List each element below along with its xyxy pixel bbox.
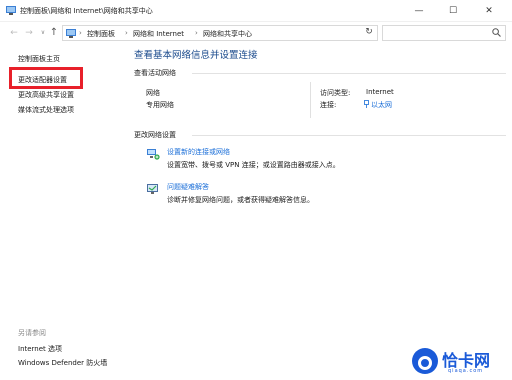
access-type-label: 访问类型: (320, 89, 351, 97)
setup-new-connection-link[interactable]: 设置新的连接或网络 (167, 147, 230, 157)
change-network-settings-label: 更改网络设置 (134, 131, 176, 139)
network-type: 专用网络 (146, 101, 174, 109)
control-panel-icon (6, 6, 16, 15)
ethernet-label: 以太网 (371, 101, 392, 109)
breadcrumb-separator: › (125, 29, 128, 37)
maximize-button[interactable]: ☐ (436, 0, 470, 22)
troubleshoot-icon (147, 184, 158, 194)
back-button[interactable]: ← (8, 26, 20, 40)
close-button[interactable]: ✕ (472, 0, 506, 22)
breadcrumb-network-sharing-center[interactable]: 网络和共享中心 (203, 29, 252, 39)
breadcrumb-separator: › (195, 29, 198, 37)
main-panel: 查看基本网络信息并设置连接 查看活动网络 网络 专用网络 访问类型: Inter… (122, 44, 512, 380)
network-name: 网络 (146, 89, 160, 97)
see-also-internet-options[interactable]: Internet 选项 (18, 344, 62, 354)
control-panel-icon (66, 29, 76, 38)
refresh-button[interactable]: ↻ (362, 26, 376, 38)
section-divider (192, 73, 506, 74)
connections-label: 连接: (320, 101, 337, 109)
section-divider (192, 135, 506, 136)
highlight-box (9, 67, 83, 89)
window-title: 控制面板\网络和 Internet\网络和共享中心 (20, 7, 153, 15)
forward-button[interactable]: → (23, 26, 35, 40)
minimize-button[interactable]: — (402, 0, 436, 22)
search-input[interactable] (382, 25, 506, 41)
access-type-value: Internet (366, 88, 394, 96)
sidebar-item-change-advanced-sharing[interactable]: 更改高级共享设置 (18, 90, 74, 100)
see-also-windows-firewall[interactable]: Windows Defender 防火墙 (18, 358, 107, 368)
setup-new-connection-desc: 设置宽带、拨号或 VPN 连接；或设置路由器或接入点。 (167, 161, 340, 169)
sidebar: 控制面板主页 更改适配器设置 更改高级共享设置 媒体流式处理选项 另请参阅 In… (0, 44, 122, 380)
active-networks-label: 查看活动网络 (134, 69, 176, 77)
up-button[interactable]: ↑ (48, 26, 60, 40)
vertical-divider (310, 82, 311, 118)
breadcrumb-separator: › (79, 29, 82, 37)
breadcrumb-network-internet[interactable]: 网络和 Internet (133, 29, 184, 39)
troubleshoot-problems-link[interactable]: 问题疑难解答 (167, 182, 209, 192)
address-row: ← → ∨ ↑ › 控制面板 › 网络和 Internet › 网络和共享中心 … (0, 22, 512, 44)
watermark-url: qiaqa.com (448, 368, 484, 374)
title-bar: 控制面板\网络和 Internet\网络和共享中心 — ☐ ✕ (0, 0, 512, 22)
see-also-title: 另请参阅 (18, 329, 46, 337)
search-icon (492, 28, 501, 37)
ethernet-icon (364, 100, 369, 108)
ethernet-connection-link[interactable]: 以太网 (364, 100, 392, 110)
address-bar[interactable]: › 控制面板 › 网络和 Internet › 网络和共享中心 ∨ (62, 25, 406, 41)
watermark-logo-icon (412, 348, 438, 374)
page-title: 查看基本网络信息并设置连接 (134, 50, 258, 61)
sidebar-item-control-panel-home[interactable]: 控制面板主页 (18, 54, 60, 64)
new-connection-icon (147, 149, 160, 160)
sidebar-item-media-streaming[interactable]: 媒体流式处理选项 (18, 105, 74, 115)
troubleshoot-problems-desc: 诊断并修复网络问题，或者获得疑难解答信息。 (167, 196, 314, 204)
breadcrumb-control-panel[interactable]: 控制面板 (87, 29, 115, 39)
watermark: 恰卡网 qiaqa.com (412, 346, 508, 376)
